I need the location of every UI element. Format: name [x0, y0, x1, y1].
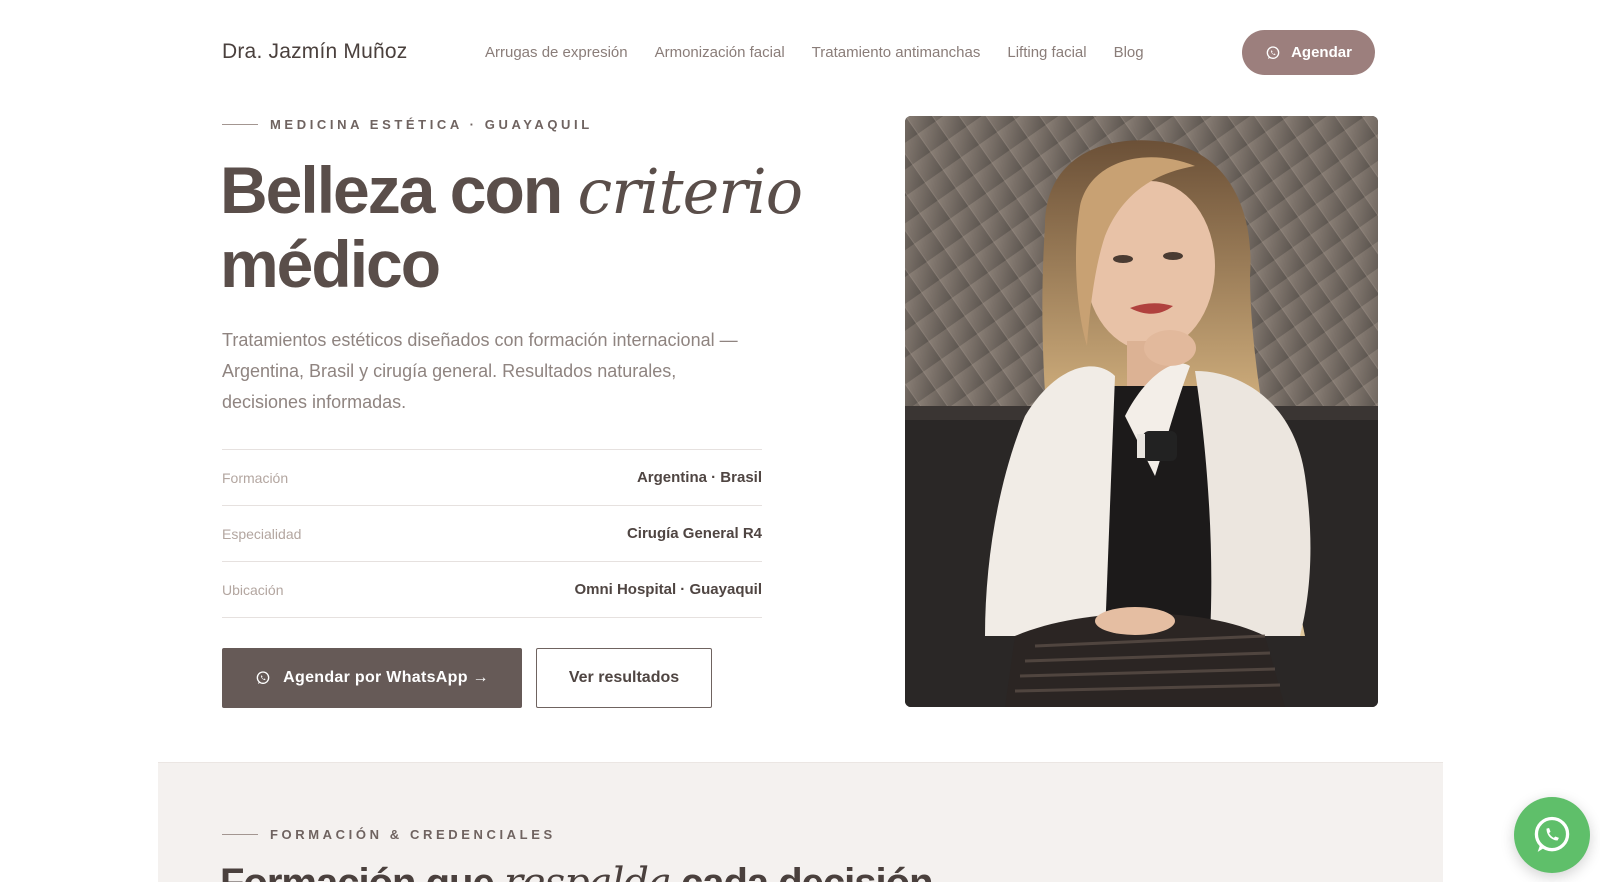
- header-agendar-button[interactable]: Agendar: [1242, 30, 1375, 75]
- hero-facts-list: Formación Argentina · Brasil Especialida…: [222, 449, 762, 618]
- whatsapp-icon: [1266, 45, 1280, 59]
- hero-title: Belleza con criterio médico: [220, 154, 860, 300]
- ver-resultados-label: Ver resultados: [568, 669, 680, 686]
- agendar-whatsapp-label: Agendar por WhatsApp →: [283, 669, 489, 686]
- eyebrow-divider: [222, 124, 258, 125]
- fact-value: Argentina · Brasil: [636, 469, 762, 486]
- header-agendar-label: Agendar: [1291, 44, 1352, 61]
- nav-link-lifting[interactable]: Lifting facial: [1007, 44, 1086, 61]
- nav-link-arrugas[interactable]: Arrugas de expresión: [485, 44, 628, 61]
- hero-title-part1: Belleza con: [220, 153, 578, 227]
- nav-link-antimanchas[interactable]: Tratamiento antimanchas: [812, 44, 981, 61]
- hero-title-emphasis: criterio: [577, 155, 803, 228]
- credentials-title-part2: cada decisión: [671, 861, 934, 882]
- credentials-eyebrow: FORMACIÓN & CREDENCIALES: [222, 827, 556, 842]
- site-header: Dra. Jazmín Muñoz Arrugas de expresión A…: [0, 0, 1600, 104]
- doctor-portrait-photo: [905, 116, 1378, 707]
- hero-title-part2: médico: [220, 227, 441, 301]
- fact-label: Formación: [222, 469, 289, 486]
- whatsapp-icon: [256, 671, 270, 684]
- agendar-whatsapp-button[interactable]: Agendar por WhatsApp →: [222, 648, 522, 708]
- hero-eyebrow-text: MEDICINA ESTÉTICA · GUAYAQUIL: [270, 117, 593, 132]
- nav-link-blog[interactable]: Blog: [1114, 44, 1144, 61]
- hero-lead: Tratamientos estéticos diseñados con for…: [222, 330, 738, 412]
- whatsapp-floating-button[interactable]: [1514, 797, 1590, 873]
- eyebrow-divider: [222, 834, 258, 835]
- fact-label: Ubicación: [222, 581, 284, 598]
- credentials-title-part1: Formación que: [220, 861, 504, 882]
- brand-logo-text[interactable]: Dra. Jazmín Muñoz: [222, 40, 407, 64]
- fact-value: Omni Hospital · Guayaquil: [574, 581, 762, 598]
- fact-value: Cirugía General R4: [626, 525, 762, 542]
- hero-eyebrow: MEDICINA ESTÉTICA · GUAYAQUIL: [222, 117, 593, 132]
- fact-row-especialidad: Especialidad Cirugía General R4: [222, 506, 762, 562]
- main-nav: Arrugas de expresión Armonización facial…: [485, 44, 1171, 61]
- credentials-title-emphasis: respalda: [504, 860, 672, 882]
- fact-row-ubicacion: Ubicación Omni Hospital · Guayaquil: [222, 562, 762, 618]
- nav-link-armonizacion[interactable]: Armonización facial: [655, 44, 785, 61]
- ver-resultados-button[interactable]: Ver resultados: [536, 648, 712, 708]
- fact-row-formacion: Formación Argentina · Brasil: [222, 450, 762, 506]
- portrait-illustration: [905, 116, 1378, 707]
- fact-label: Especialidad: [222, 525, 302, 542]
- credentials-eyebrow-text: FORMACIÓN & CREDENCIALES: [270, 827, 556, 842]
- whatsapp-icon: [1534, 816, 1570, 852]
- credentials-title: Formación que respalda cada decisión: [220, 860, 934, 882]
